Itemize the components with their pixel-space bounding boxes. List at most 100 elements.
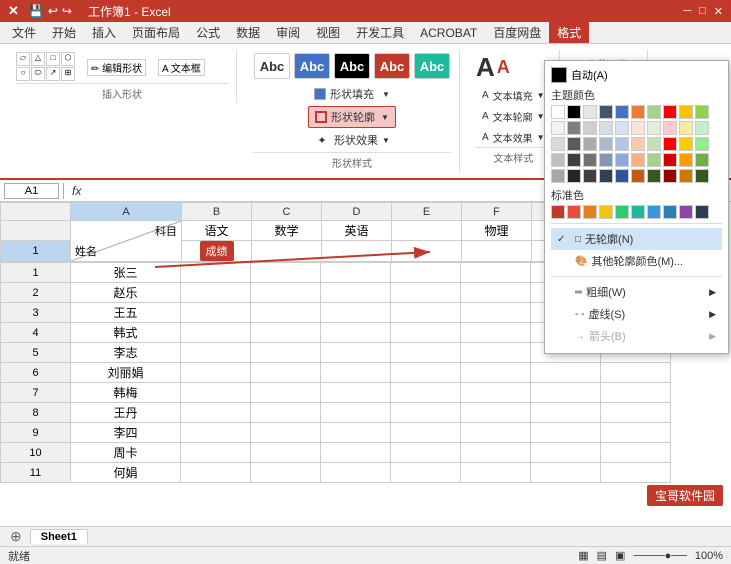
cell-name[interactable]: 赵乐 (71, 283, 181, 303)
data-cell[interactable] (181, 323, 251, 343)
shape-fill-btn[interactable]: 形状填充 ▼ (308, 84, 396, 104)
standard-color-swatch[interactable] (647, 205, 661, 219)
data-cell[interactable] (251, 283, 321, 303)
color-swatch[interactable] (599, 137, 613, 151)
data-cell[interactable] (391, 343, 461, 363)
auto-color-swatch[interactable] (551, 67, 567, 83)
data-cell[interactable] (391, 303, 461, 323)
data-cell[interactable] (321, 463, 391, 483)
color-swatch[interactable] (631, 169, 645, 183)
data-cell[interactable] (251, 403, 321, 423)
text-outline-btn[interactable]: A 文本轮廓 ▼ (476, 107, 551, 126)
data-cell[interactable] (321, 423, 391, 443)
shape-icon-1[interactable]: ▱ (16, 52, 30, 66)
data-cell[interactable] (321, 283, 391, 303)
data-cell[interactable] (321, 263, 391, 283)
color-swatch[interactable] (663, 105, 677, 119)
color-swatch[interactable] (583, 137, 597, 151)
data-cell[interactable] (461, 343, 531, 363)
data-cell[interactable] (461, 363, 531, 383)
data-cell[interactable] (321, 443, 391, 463)
color-swatch[interactable] (567, 153, 581, 167)
small-A-btn[interactable]: A (497, 58, 510, 80)
menu-devtools[interactable]: 开发工具 (348, 22, 412, 43)
data-cell[interactable] (321, 323, 391, 343)
textbox-btn[interactable]: A 文本框 (158, 59, 205, 76)
cell-name[interactable]: 张三 (71, 263, 181, 283)
menu-format[interactable]: 格式 (549, 22, 589, 43)
data-cell[interactable] (181, 303, 251, 323)
standard-color-swatch[interactable] (551, 205, 565, 219)
color-swatch[interactable] (695, 105, 709, 119)
shape-icon-4[interactable]: ⬡ (61, 52, 75, 66)
color-swatch[interactable] (551, 153, 565, 167)
cell-name[interactable]: 王丹 (71, 403, 181, 423)
data-cell[interactable] (181, 463, 251, 483)
data-cell[interactable] (391, 463, 461, 483)
color-swatch[interactable] (695, 121, 709, 135)
data-cell[interactable] (531, 423, 601, 443)
tab-add-btn[interactable]: ⊕ (4, 527, 28, 546)
data-cell[interactable] (391, 383, 461, 403)
color-swatch[interactable] (583, 121, 597, 135)
data-cell[interactable] (391, 363, 461, 383)
data-cell[interactable] (461, 323, 531, 343)
cell-name[interactable]: 王五 (71, 303, 181, 323)
data-cell[interactable] (251, 263, 321, 283)
menu-data[interactable]: 数据 (228, 22, 268, 43)
data-cell[interactable] (601, 383, 671, 403)
cell-c1[interactable] (252, 241, 322, 262)
standard-color-swatch[interactable] (615, 205, 629, 219)
restore-btn[interactable]: □ (699, 5, 706, 18)
cell-e1[interactable] (392, 241, 462, 262)
data-cell[interactable] (531, 383, 601, 403)
data-cell[interactable] (601, 463, 671, 483)
cell-name[interactable]: 周卡 (71, 443, 181, 463)
cell-ref-input[interactable] (4, 183, 59, 199)
color-swatch[interactable] (615, 137, 629, 151)
quick-undo[interactable]: ↩ (48, 4, 58, 18)
data-cell[interactable] (251, 423, 321, 443)
color-swatch[interactable] (663, 169, 677, 183)
data-cell[interactable] (321, 363, 391, 383)
color-swatch[interactable] (615, 153, 629, 167)
data-cell[interactable] (391, 263, 461, 283)
shape-icon-5[interactable]: ○ (16, 67, 30, 81)
color-swatch[interactable] (695, 169, 709, 183)
data-cell[interactable] (461, 263, 531, 283)
sheet-tab-1[interactable]: Sheet1 (30, 529, 88, 544)
data-cell[interactable] (601, 403, 671, 423)
color-swatch[interactable] (551, 137, 565, 151)
col-header-e[interactable]: E (392, 203, 462, 221)
color-swatch[interactable] (599, 105, 613, 119)
data-cell[interactable] (391, 323, 461, 343)
color-swatch[interactable] (551, 121, 565, 135)
col-header-c[interactable]: C (252, 203, 322, 221)
data-cell[interactable] (391, 423, 461, 443)
color-swatch[interactable] (663, 121, 677, 135)
cell-d1[interactable] (322, 241, 392, 262)
cell-name[interactable]: 李四 (71, 423, 181, 443)
color-swatch[interactable] (647, 105, 661, 119)
data-cell[interactable] (601, 363, 671, 383)
data-cell[interactable] (391, 283, 461, 303)
abc-btn-1[interactable]: Abc (254, 53, 290, 79)
color-swatch[interactable] (647, 121, 661, 135)
menu-insert[interactable]: 插入 (84, 22, 124, 43)
data-cell[interactable] (461, 443, 531, 463)
data-cell[interactable] (601, 423, 671, 443)
auto-color-label[interactable]: 自动(A) (571, 67, 608, 83)
standard-color-swatch[interactable] (599, 205, 613, 219)
color-swatch[interactable] (679, 169, 693, 183)
abc-btn-3[interactable]: Abc (334, 53, 370, 79)
color-swatch[interactable] (631, 121, 645, 135)
data-cell[interactable] (531, 443, 601, 463)
data-cell[interactable] (251, 463, 321, 483)
color-swatch[interactable] (663, 153, 677, 167)
close-btn[interactable]: ✕ (714, 5, 723, 18)
color-swatch[interactable] (599, 121, 613, 135)
cell-name[interactable]: 何娟 (71, 463, 181, 483)
data-cell[interactable] (181, 363, 251, 383)
text-fill-btn[interactable]: A 文本填充 ▼ (476, 86, 551, 105)
menu-review[interactable]: 审阅 (268, 22, 308, 43)
